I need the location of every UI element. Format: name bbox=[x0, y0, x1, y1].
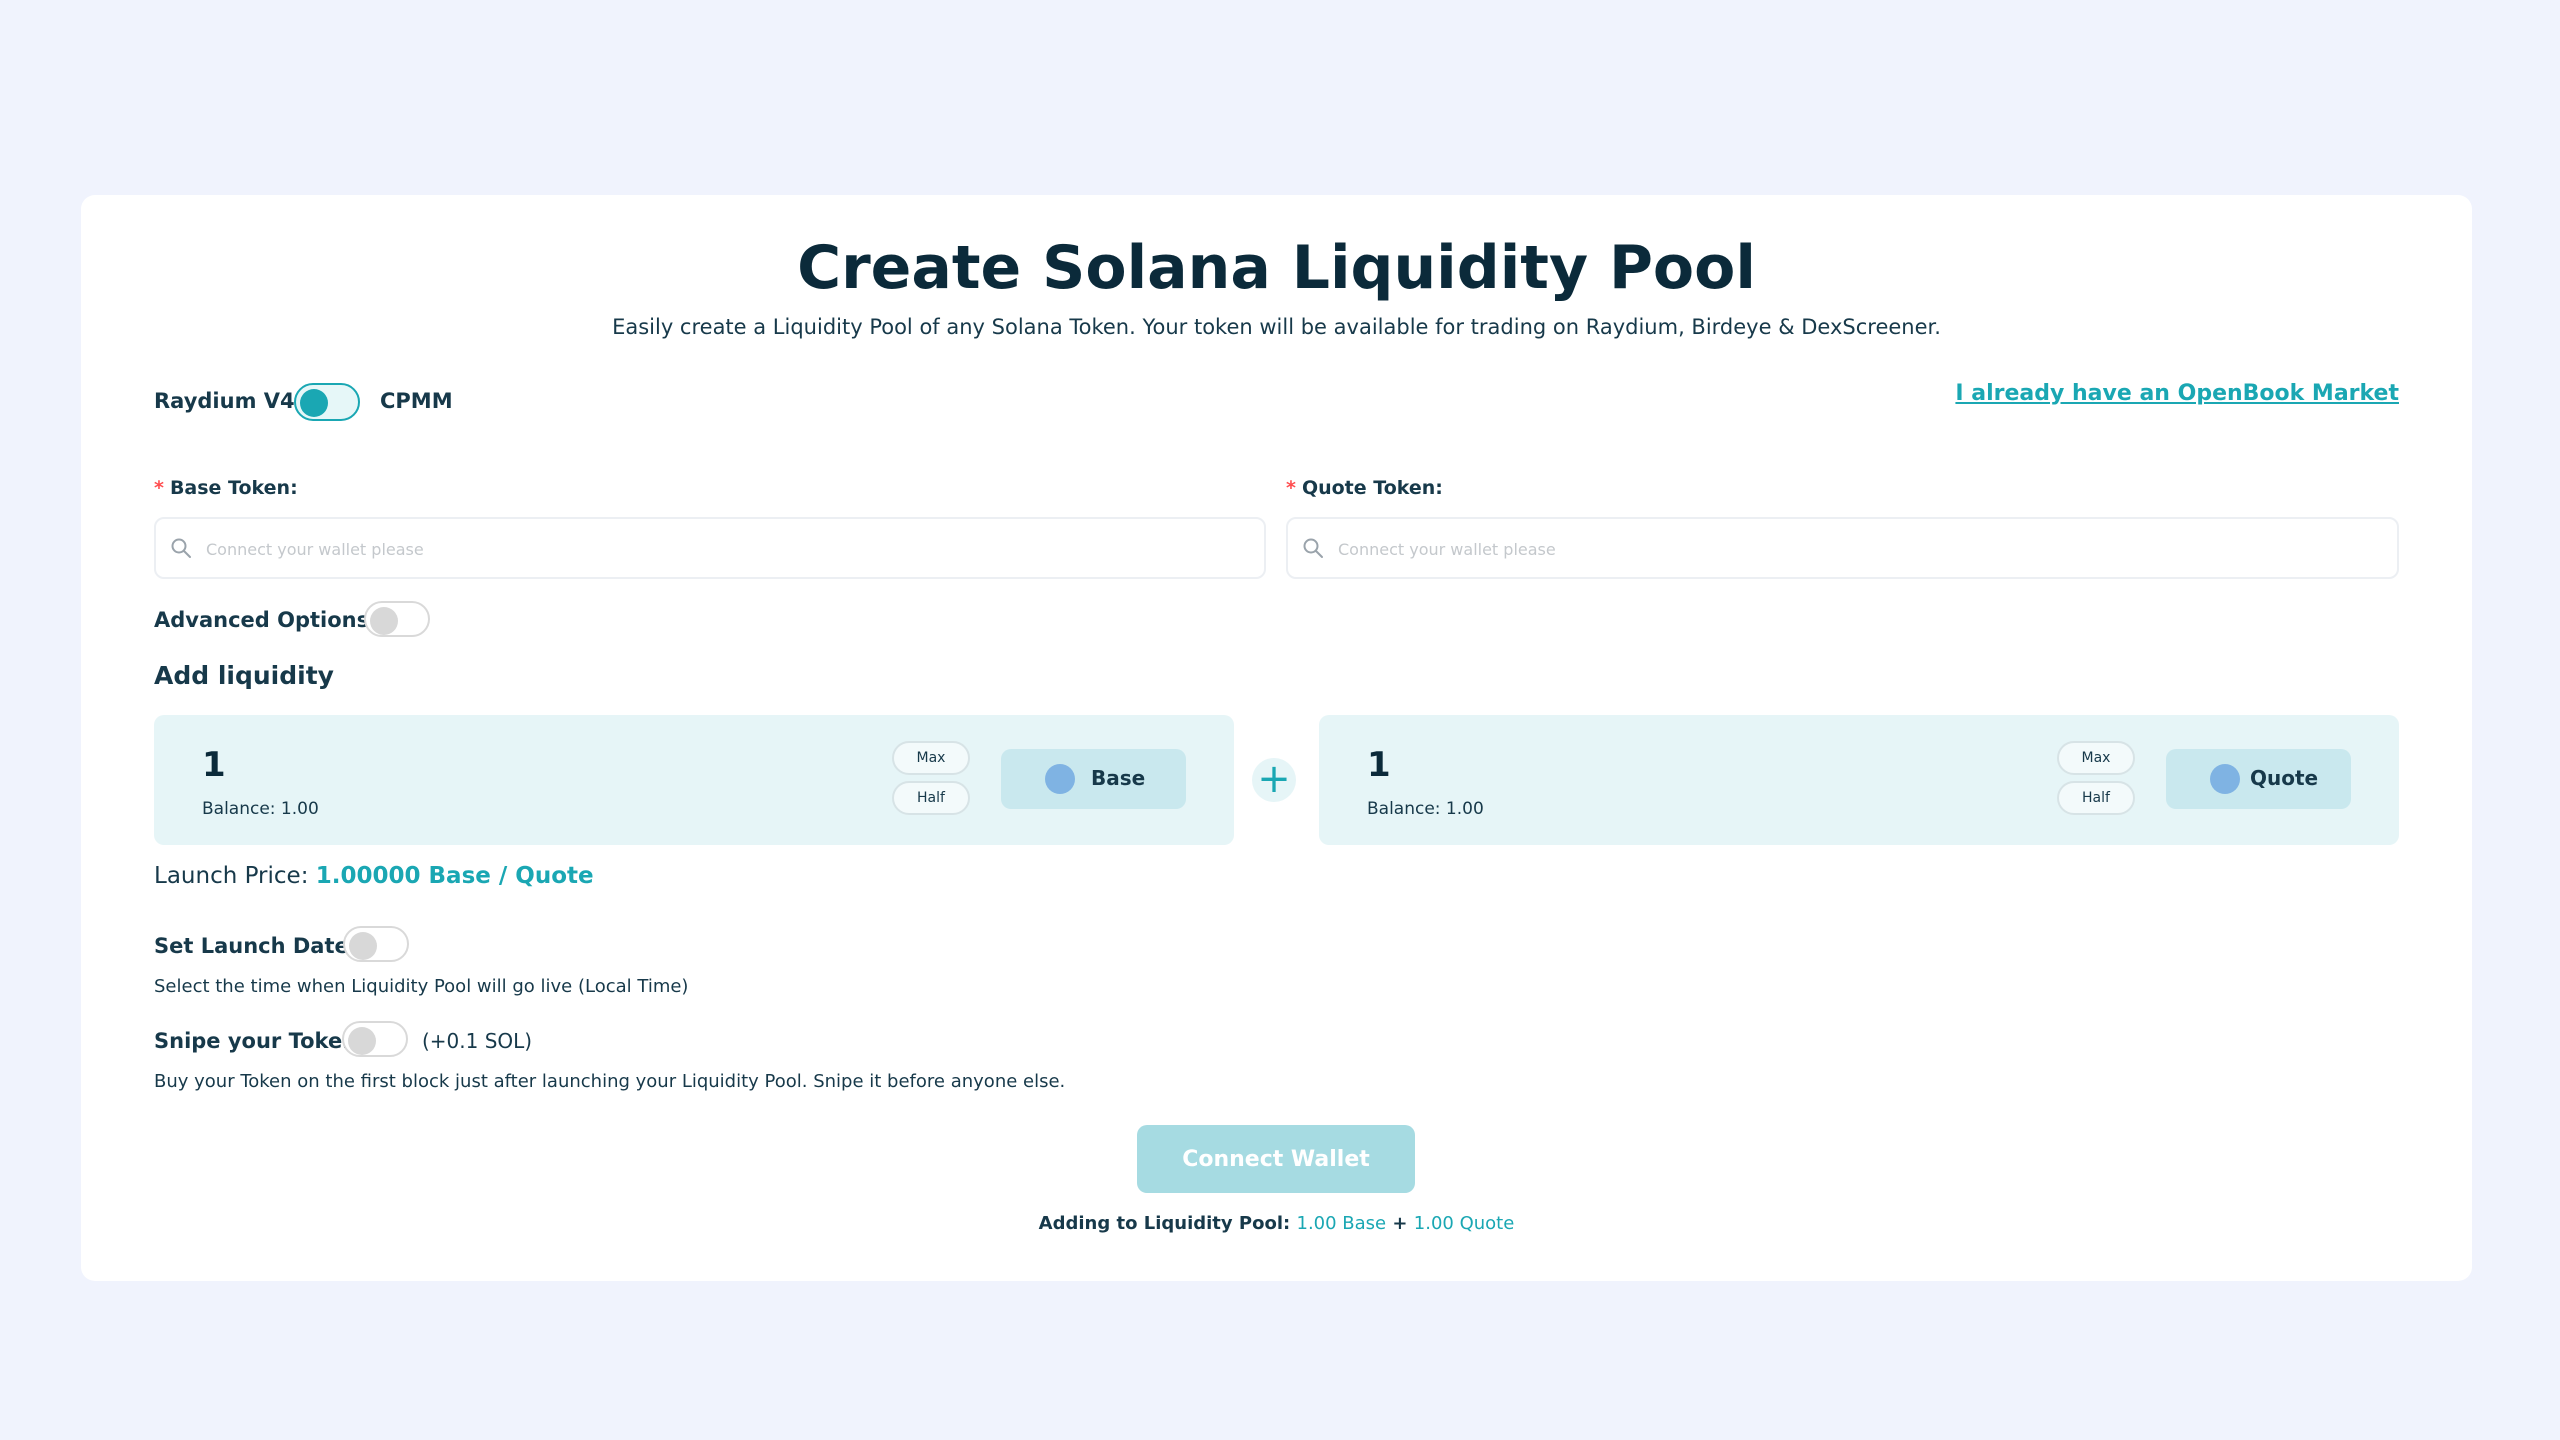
raydium-v4-label: Raydium V4 bbox=[154, 389, 295, 413]
launch-date-toggle[interactable] bbox=[343, 926, 409, 962]
advanced-options-toggle[interactable] bbox=[364, 601, 430, 637]
pool-version-toggle[interactable] bbox=[294, 383, 360, 421]
launch-price-value: 1.00000 Base / Quote bbox=[315, 863, 594, 889]
base-liquidity-panel: 1 Balance: 1.00 Max Half Base bbox=[154, 715, 1234, 845]
add-liquidity-heading: Add liquidity bbox=[154, 661, 334, 690]
summary-label: Adding to Liquidity Pool: bbox=[1038, 1213, 1291, 1234]
search-icon bbox=[170, 537, 192, 563]
liquidity-summary: Adding to Liquidity Pool: 1.00 Base + 1.… bbox=[81, 1213, 2472, 1234]
snipe-token-label: Snipe your Token bbox=[154, 1029, 358, 1053]
snipe-cost: (+0.1 SOL) bbox=[422, 1029, 533, 1053]
connect-wallet-button[interactable]: Connect Wallet bbox=[1137, 1125, 1415, 1193]
launch-price: Launch Price: 1.00000 Base / Quote bbox=[154, 863, 594, 889]
toggle-knob bbox=[349, 932, 377, 960]
token-logo-icon bbox=[1045, 764, 1075, 794]
openbook-market-link[interactable]: I already have an OpenBook Market bbox=[1955, 381, 2399, 406]
required-mark: * bbox=[1286, 477, 1296, 499]
required-mark: * bbox=[154, 477, 164, 499]
advanced-options-label: Advanced Options bbox=[154, 608, 370, 632]
search-icon bbox=[1302, 537, 1324, 563]
launch-date-description: Select the time when Liquidity Pool will… bbox=[154, 976, 689, 997]
quote-balance: Balance: 1.00 bbox=[1367, 799, 1484, 819]
toggle-knob bbox=[300, 389, 328, 417]
base-max-button[interactable]: Max bbox=[892, 741, 970, 775]
launch-price-label: Launch Price: bbox=[154, 863, 309, 889]
quote-half-button[interactable]: Half bbox=[2057, 781, 2135, 815]
token-logo-icon bbox=[2210, 764, 2240, 794]
quote-token-select-button[interactable]: Quote bbox=[2166, 749, 2351, 809]
quote-amount-value[interactable]: 1 bbox=[1367, 745, 1391, 785]
plus-icon: + bbox=[1252, 758, 1296, 802]
quote-token-search[interactable] bbox=[1286, 517, 2399, 579]
summary-quote: 1.00 Quote bbox=[1413, 1213, 1515, 1234]
quote-token-input[interactable] bbox=[1336, 519, 2389, 579]
quote-token-label-text: Quote Token: bbox=[1301, 477, 1443, 499]
base-half-button[interactable]: Half bbox=[892, 781, 970, 815]
cpmm-label: CPMM bbox=[380, 389, 453, 413]
base-token-select-button[interactable]: Base bbox=[1001, 749, 1186, 809]
base-token-input[interactable] bbox=[204, 519, 1256, 579]
toggle-knob bbox=[348, 1027, 376, 1055]
page-title: Create Solana Liquidity Pool bbox=[797, 233, 1756, 303]
launch-date-label: Set Launch Date bbox=[154, 934, 349, 958]
base-token-label: * Base Token: bbox=[154, 477, 298, 499]
snipe-token-toggle[interactable] bbox=[342, 1021, 408, 1057]
base-balance: Balance: 1.00 bbox=[202, 799, 319, 819]
toggle-knob bbox=[370, 607, 398, 635]
snipe-description: Buy your Token on the first block just a… bbox=[154, 1071, 1066, 1092]
base-token-label-text: Base Token: bbox=[169, 477, 298, 499]
quote-token-label: * Quote Token: bbox=[1286, 477, 1443, 499]
summary-separator: + bbox=[1392, 1213, 1408, 1234]
quote-token-name: Quote bbox=[2250, 766, 2319, 790]
base-amount-value[interactable]: 1 bbox=[202, 745, 226, 785]
quote-max-button[interactable]: Max bbox=[2057, 741, 2135, 775]
create-pool-card: Create Solana Liquidity Pool Easily crea… bbox=[81, 195, 2472, 1281]
base-token-search[interactable] bbox=[154, 517, 1266, 579]
quote-liquidity-panel: 1 Balance: 1.00 Max Half Quote bbox=[1319, 715, 2399, 845]
page-subtitle: Easily create a Liquidity Pool of any So… bbox=[612, 315, 1941, 339]
summary-base: 1.00 Base bbox=[1296, 1213, 1387, 1234]
base-token-name: Base bbox=[1091, 766, 1146, 790]
